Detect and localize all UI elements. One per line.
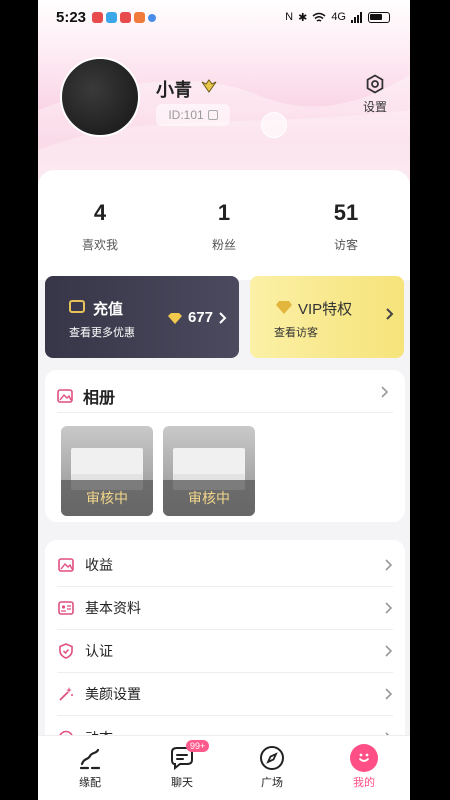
recharge-title: 充值 [93, 301, 124, 318]
app-notification-icon [134, 11, 146, 23]
menu-item-label: 基本资料 [85, 600, 141, 616]
profile-card-icon [57, 599, 75, 617]
menu-item-label: 美颜设置 [85, 686, 141, 702]
gear-icon [366, 74, 384, 94]
chevron-right-icon [385, 602, 393, 614]
settings-button[interactable]: 设置 [360, 74, 390, 115]
album-section: 相册 审核中 审核中 [45, 370, 405, 522]
album-photo[interactable]: 审核中 [163, 426, 255, 516]
stat-value: 4 [93, 200, 107, 225]
tab-label: 聊天 [171, 777, 193, 789]
compass-icon [260, 746, 284, 770]
coin-balance: 677 [167, 309, 227, 326]
tab-label: 我的 [353, 777, 375, 789]
vip-privilege-card[interactable]: VIP特权 查看访客 [250, 276, 404, 358]
user-id-badge[interactable]: ID:101 [156, 104, 230, 126]
copy-icon[interactable] [207, 110, 218, 120]
album-title: 相册 [83, 390, 116, 407]
menu-item-basic-info[interactable]: 基本资料 [57, 587, 393, 630]
chevron-right-icon [386, 308, 394, 320]
review-status-label: 审核中 [61, 480, 153, 516]
chevron-right-icon [219, 311, 227, 324]
match-icon [79, 748, 101, 770]
wallet-icon [69, 300, 85, 313]
unread-badge: 99+ [186, 740, 210, 752]
tab-square[interactable]: 广场 [242, 744, 302, 790]
stat-likes[interactable]: 4 喜欢我 [60, 200, 140, 253]
shield-icon [57, 642, 75, 660]
menu-item-beauty-settings[interactable]: 美颜设置 [57, 673, 393, 716]
signal-text: 4G [331, 11, 346, 23]
album-header[interactable]: 相册 [57, 384, 115, 408]
chevron-right-icon [385, 688, 393, 700]
menu-item-earnings[interactable]: 收益 [57, 544, 393, 587]
stat-label: 粉丝 [211, 238, 236, 252]
divider [57, 412, 393, 413]
nfc-icon: N [285, 11, 294, 23]
signal-icon [351, 11, 362, 23]
avatar[interactable] [60, 57, 140, 137]
stat-label: 访客 [333, 238, 358, 252]
status-time: 5:23 [56, 8, 87, 26]
menu-item-label: 收益 [85, 557, 113, 573]
album-photo[interactable]: 审核中 [61, 426, 153, 516]
bottom-tab-bar: 缘配 99+ 聊天 广场 我的 [38, 735, 410, 800]
stats-panel: 4 喜欢我 1 粉丝 51 访客 [38, 170, 410, 280]
stat-visitors[interactable]: 51 访客 [306, 200, 386, 253]
coin-amount: 677 [187, 309, 213, 326]
status-bar: 5:23 N ✱ 4G [38, 0, 410, 34]
settings-label: 设置 [362, 100, 387, 114]
chevron-right-icon [385, 645, 393, 657]
system-status-icons: N ✱ 4G [285, 11, 390, 24]
app-notification-icon [148, 13, 157, 22]
stat-label: 喜欢我 [81, 238, 118, 252]
recharge-subtitle: 查看更多优惠 [69, 327, 135, 339]
image-icon [57, 556, 75, 574]
review-status-label: 审核中 [163, 480, 255, 516]
image-icon [57, 389, 73, 403]
vip-subtitle: 查看访客 [274, 327, 318, 339]
tab-match[interactable]: 缘配 [60, 744, 120, 790]
app-screen: 5:23 N ✱ 4G 小青 ID:101 设置 4 喜欢我 1 粉丝 51 访… [38, 0, 410, 800]
stat-fans[interactable]: 1 粉丝 [184, 200, 264, 253]
app-notification-icon [120, 11, 132, 23]
app-notification-icon [106, 11, 118, 23]
floating-bubble [261, 112, 287, 138]
tab-label: 广场 [261, 777, 283, 789]
bluetooth-icon: ✱ [298, 11, 308, 24]
wifi-icon [312, 12, 326, 22]
me-face-icon [350, 744, 378, 772]
notification-icons [92, 11, 157, 23]
stat-value: 51 [333, 200, 359, 225]
chevron-right-icon [385, 559, 393, 571]
tab-chat[interactable]: 99+ 聊天 [152, 740, 212, 790]
tab-me[interactable]: 我的 [334, 744, 394, 790]
menu-item-label: 认证 [85, 643, 113, 659]
battery-icon [368, 11, 390, 23]
recharge-card[interactable]: 充值 查看更多优惠 677 [45, 276, 239, 358]
magic-wand-icon [57, 685, 75, 703]
nickname: 小青 [156, 80, 192, 100]
diamond-icon [276, 301, 292, 314]
gem-icon [167, 312, 182, 324]
vip-title: VIP特权 [298, 301, 353, 318]
tab-label: 缘配 [79, 777, 101, 789]
menu-item-verification[interactable]: 认证 [57, 630, 393, 673]
user-id-text: ID:101 [168, 108, 204, 122]
stat-value: 1 [217, 200, 231, 225]
app-notification-icon [92, 11, 104, 23]
vip-crown-icon [201, 79, 217, 93]
chevron-right-icon[interactable] [381, 386, 389, 398]
